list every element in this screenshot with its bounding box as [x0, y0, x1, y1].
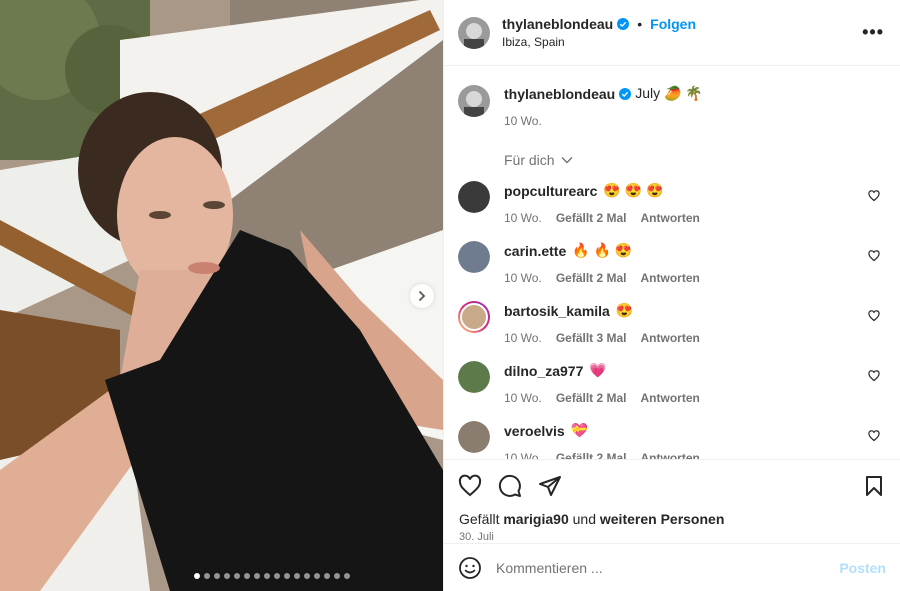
carousel-dot [293, 573, 300, 579]
reply-button[interactable]: Antworten [641, 391, 700, 405]
for-you-label: Für dich [504, 152, 555, 168]
comment-like-heart-icon[interactable] [868, 310, 880, 322]
comment-text: 😍 [615, 302, 634, 318]
comment-like-heart-icon[interactable] [868, 370, 880, 382]
commenter-avatar[interactable] [458, 301, 490, 333]
carousel-indicator [0, 573, 443, 579]
comment-like-heart-icon[interactable] [868, 430, 880, 442]
comment-item: veroelvis 💝 10 Wo. Gefällt 2 Mal Antwort… [458, 421, 886, 459]
commenter-username[interactable]: carin.ette [504, 243, 566, 259]
post-comment-button[interactable]: Posten [839, 560, 886, 576]
caption-text: July 🥭 🌴 [635, 85, 703, 101]
carousel-dot [263, 573, 270, 579]
comment-like-heart-icon[interactable] [868, 190, 880, 202]
author-username[interactable]: thylaneblondeau [502, 16, 613, 32]
next-image-button[interactable] [410, 284, 434, 308]
likes-prefix: Gefällt [459, 511, 500, 527]
commenter-username[interactable]: dilno_za977 [504, 363, 583, 379]
more-options-button[interactable]: ••• [862, 22, 884, 43]
post-caption: thylaneblondeau July 🥭 🌴 10 Wo. [458, 66, 886, 128]
post-dialog: thylaneblondeau • Folgen Ibiza, Spain ••… [0, 0, 900, 591]
reply-button[interactable]: Antworten [641, 271, 700, 285]
commenter-avatar[interactable] [458, 361, 490, 393]
comment-item: popculturearc 😍 😍 😍 10 Wo. Gefällt 2 Mal… [458, 181, 886, 228]
carousel-dot [223, 573, 230, 579]
carousel-dot [323, 573, 330, 579]
photo-image [0, 0, 443, 591]
comment-likes[interactable]: Gefällt 2 Mal [556, 391, 627, 405]
follow-button[interactable]: Folgen [650, 16, 696, 32]
likes-summary: Gefällt marigia90 und weiteren Personen [444, 511, 900, 527]
liked-by-user[interactable]: marigia90 [503, 511, 568, 527]
carousel-dot [283, 573, 290, 579]
caption-username[interactable]: thylaneblondeau [504, 86, 615, 102]
carousel-dot [333, 573, 340, 579]
verified-badge-icon [617, 18, 630, 30]
comment-likes[interactable]: Gefällt 2 Mal [556, 211, 627, 225]
comment-age[interactable]: 10 Wo. [504, 451, 542, 459]
carousel-dot [343, 573, 350, 579]
author-avatar[interactable] [458, 16, 490, 49]
comment-text: 💗 [589, 362, 607, 378]
comment-bubble-icon[interactable] [498, 474, 522, 498]
carousel-dot [213, 573, 220, 579]
separator-dot: • [637, 16, 643, 32]
reply-button[interactable]: Antworten [641, 211, 700, 225]
comment-text: 🔥 🔥 😍 [572, 242, 633, 258]
like-heart-icon[interactable] [458, 474, 482, 498]
comment-input[interactable] [496, 559, 840, 576]
carousel-dot [303, 573, 310, 579]
avatar-image [458, 16, 490, 49]
post-photo[interactable] [0, 0, 443, 591]
comment-list: popculturearc 😍 😍 😍 10 Wo. Gefällt 2 Mal… [458, 181, 886, 459]
commenter-username[interactable]: popculturearc [504, 183, 597, 199]
comment-like-heart-icon[interactable] [868, 250, 880, 262]
carousel-dot [273, 573, 280, 579]
commenter-avatar[interactable] [458, 241, 490, 273]
carousel-dot [203, 573, 210, 579]
post-location[interactable]: Ibiza, Spain [502, 35, 696, 49]
comment-text: 💝 [570, 422, 589, 438]
comment-age[interactable]: 10 Wo. [504, 391, 542, 405]
comment-text: 😍 😍 😍 [603, 182, 664, 198]
caption-age[interactable]: 10 Wo. [504, 114, 542, 128]
comment-item: dilno_za977 💗 10 Wo. Gefällt 2 Mal Antwo… [458, 361, 886, 408]
caption-avatar[interactable] [458, 85, 490, 117]
share-send-icon[interactable] [538, 474, 562, 498]
comment-likes[interactable]: Gefällt 3 Mal [556, 331, 627, 345]
comment-item: bartosik_kamila 😍 10 Wo. Gefällt 3 Mal A… [458, 301, 886, 348]
chevron-down-icon [561, 157, 573, 164]
comments-section[interactable]: thylaneblondeau July 🥭 🌴 10 Wo. Für dich [444, 66, 900, 459]
carousel-dot [243, 573, 250, 579]
likes-connector: und [572, 511, 596, 527]
comment-age[interactable]: 10 Wo. [504, 331, 542, 345]
comment-sort-dropdown[interactable]: Für dich [504, 152, 886, 168]
comment-item: carin.ette 🔥 🔥 😍 10 Wo. Gefällt 2 Mal An… [458, 241, 886, 288]
commenter-username[interactable]: bartosik_kamila [504, 303, 610, 319]
reply-button[interactable]: Antworten [641, 331, 700, 345]
post-date[interactable]: 30. Juli [444, 527, 900, 543]
likes-others-link[interactable]: weiteren Personen [600, 511, 725, 527]
commenter-avatar[interactable] [458, 181, 490, 213]
add-comment-bar: Posten [444, 543, 900, 591]
avatar-image [458, 85, 490, 117]
post-header: thylaneblondeau • Folgen Ibiza, Spain ••… [444, 0, 900, 66]
comment-age[interactable]: 10 Wo. [504, 211, 542, 225]
chevron-right-icon [419, 291, 426, 301]
comment-likes[interactable]: Gefällt 2 Mal [556, 271, 627, 285]
post-actions [444, 459, 900, 511]
comment-likes[interactable]: Gefällt 2 Mal [556, 451, 627, 459]
commenter-avatar[interactable] [458, 421, 490, 453]
carousel-dot [313, 573, 320, 579]
emoji-icon[interactable] [458, 556, 482, 580]
carousel-dot [193, 573, 200, 579]
carousel-dot [253, 573, 260, 579]
post-panel: thylaneblondeau • Folgen Ibiza, Spain ••… [443, 0, 900, 591]
comment-age[interactable]: 10 Wo. [504, 271, 542, 285]
commenter-username[interactable]: veroelvis [504, 423, 565, 439]
verified-badge-icon [619, 87, 632, 100]
reply-button[interactable]: Antworten [641, 451, 700, 459]
bookmark-icon[interactable] [862, 474, 886, 498]
carousel-dot [233, 573, 240, 579]
